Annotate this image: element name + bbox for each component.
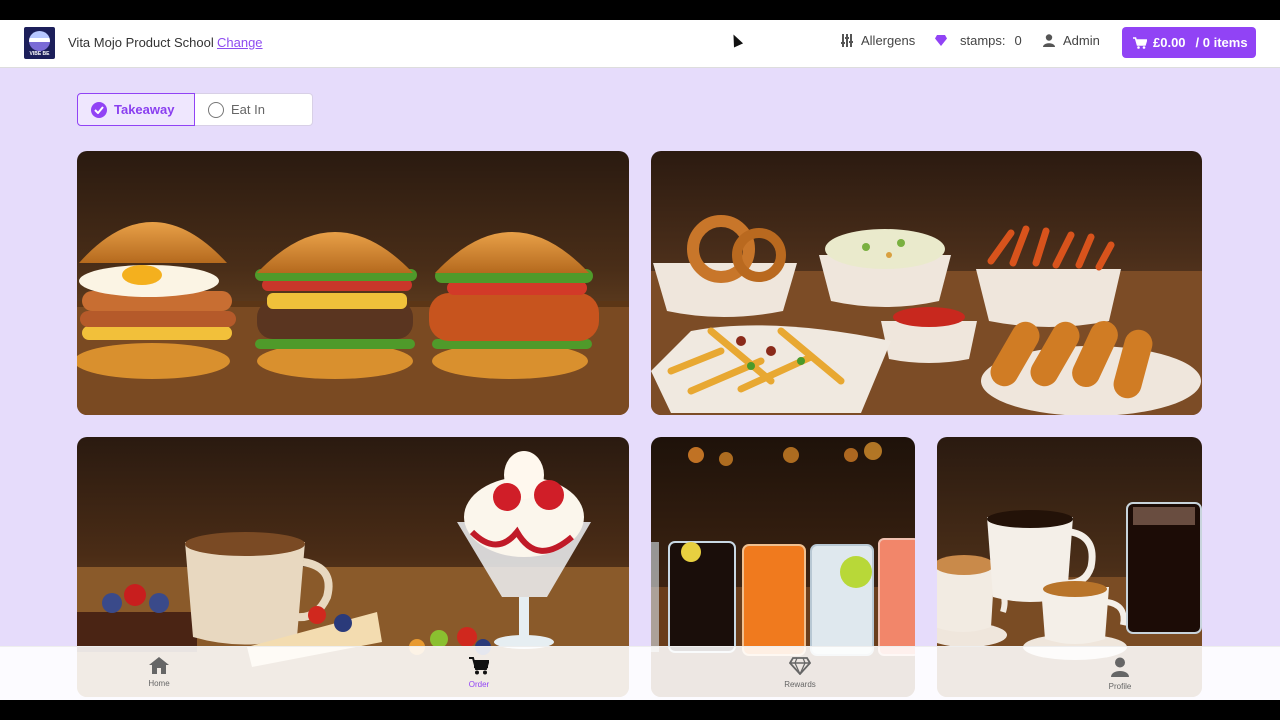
cart-icon (1133, 36, 1147, 49)
menu-tile-sides[interactable] (651, 151, 1202, 415)
bottom-navigation: Home Order Rewards Profile (0, 646, 1280, 700)
nav-order-label: Order (468, 680, 490, 689)
app-frame: VIBE BE Vita Mojo Product School Change … (0, 20, 1280, 700)
top-header: VIBE BE Vita Mojo Product School Change … (0, 20, 1280, 68)
eat-in-label: Eat In (231, 102, 265, 117)
user-menu[interactable]: Admin (1043, 33, 1100, 48)
nav-rewards-label: Rewards (784, 680, 816, 689)
radio-empty-icon (208, 101, 224, 118)
person-icon (1111, 657, 1129, 677)
takeaway-label: Takeaway (114, 102, 175, 117)
takeaway-option[interactable]: Takeaway (77, 93, 195, 126)
nav-profile[interactable]: Profile (1060, 647, 1180, 700)
sliders-icon (841, 34, 853, 47)
order-mode-toggle: Takeaway Eat In (77, 93, 314, 126)
stamps-label: stamps: (960, 33, 1006, 48)
nav-profile-label: Profile (1108, 682, 1132, 691)
stamps-count: 0 (1014, 33, 1022, 48)
mouse-cursor-icon (728, 32, 744, 48)
eat-in-option[interactable]: Eat In (195, 93, 313, 126)
cart-total: £0.00 (1153, 35, 1186, 50)
nav-rewards[interactable]: Rewards (740, 647, 860, 700)
burgers-image (77, 151, 629, 415)
diamond-icon (789, 657, 811, 675)
menu-tile-burgers[interactable] (77, 151, 629, 415)
check-icon (91, 101, 107, 118)
cart-icon (469, 657, 489, 675)
nav-home-label: Home (148, 679, 170, 688)
nav-home[interactable]: Home (99, 647, 219, 700)
nav-order[interactable]: Order (419, 647, 539, 700)
brand-logo[interactable]: VIBE BE (24, 27, 55, 59)
sides-image (651, 151, 1202, 415)
diamond-icon (935, 35, 947, 46)
store-name: Vita Mojo Product School (68, 35, 214, 50)
user-name: Admin (1063, 33, 1100, 48)
allergens-button[interactable]: Allergens (841, 33, 915, 48)
stamps-indicator[interactable]: stamps: 0 (935, 33, 1022, 48)
cart-items: / 0 items (1195, 35, 1248, 50)
allergens-label: Allergens (861, 33, 916, 48)
cart-button[interactable]: £0.00 / 0 items (1122, 27, 1256, 58)
change-store-link[interactable]: Change (217, 35, 263, 50)
person-icon (1043, 34, 1055, 47)
home-icon (149, 657, 169, 674)
